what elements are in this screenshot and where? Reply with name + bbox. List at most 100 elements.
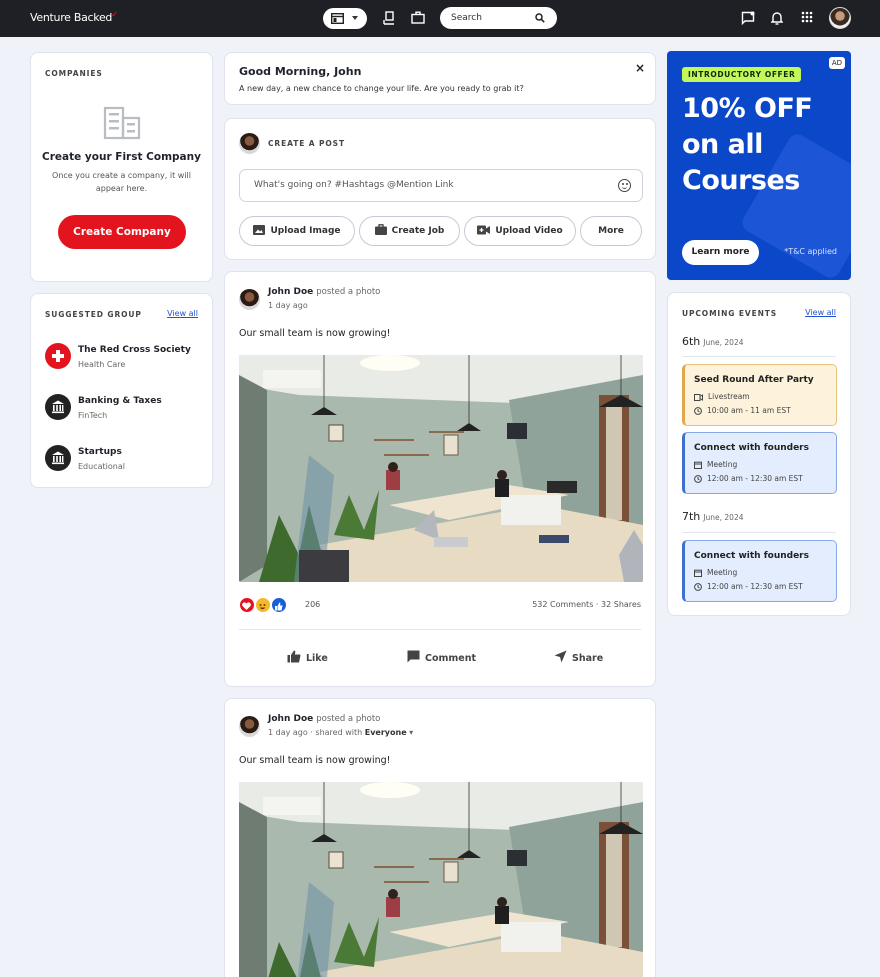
calendar-icon [694, 569, 702, 578]
divider [239, 629, 641, 630]
author-avatar [239, 133, 260, 154]
emoji-icon[interactable] [618, 179, 631, 192]
calendar-icon [694, 461, 702, 470]
view-switcher-dropdown[interactable] [323, 8, 367, 29]
close-icon[interactable]: × [635, 61, 645, 75]
post-stats: 532 Comments · 32 Shares [532, 600, 641, 609]
groups-view-all-link[interactable]: View all [167, 309, 198, 318]
greeting-card: Good Morning, John A new day, a new chan… [224, 52, 656, 105]
post-author[interactable]: John Doe [268, 714, 313, 724]
post-author[interactable]: John Doe [268, 287, 313, 297]
clock-icon [694, 583, 702, 591]
audience-selector[interactable]: Everyone [365, 728, 407, 737]
share-button[interactable]: Share [554, 650, 603, 664]
ad-headline-line: Courses [682, 165, 800, 196]
upcoming-events-card: UPCOMING EVENTS View all 6th June, 2024 S… [667, 292, 851, 616]
top-navigation-bar: Venture Backed✓ Search [0, 0, 880, 37]
shares-count[interactable]: 32 Shares [601, 600, 641, 609]
user-avatar[interactable] [829, 7, 851, 29]
create-company-title: Create your First Company [42, 151, 201, 163]
like-button[interactable]: Like [287, 650, 328, 664]
clock-icon [694, 407, 702, 415]
video-icon [477, 225, 491, 235]
upload-image-button[interactable]: Upload Image [239, 216, 355, 246]
greeting-subtitle: A new day, a new chance to change your l… [239, 84, 524, 93]
messages-icon[interactable] [741, 11, 755, 25]
upload-video-button[interactable]: Upload Video [464, 216, 576, 246]
chevron-down-icon[interactable]: ▾ [409, 728, 413, 737]
bank-icon [45, 445, 71, 471]
author-avatar[interactable] [239, 289, 260, 310]
apps-grid-icon[interactable] [801, 11, 813, 23]
briefcase-icon[interactable] [411, 11, 425, 24]
companies-label: COMPANIES [45, 69, 103, 78]
event-month: June, 2024 [703, 513, 744, 522]
create-company-button[interactable]: Create Company [58, 215, 186, 249]
more-button[interactable]: More [580, 216, 642, 246]
feed-post: John Doe posted a photo 1 day ago Our sma… [224, 271, 656, 687]
building-icon [103, 106, 141, 140]
bell-icon[interactable] [771, 11, 783, 25]
logo-text: Venture Backed [30, 11, 113, 24]
comment-icon [407, 650, 420, 663]
create-job-button[interactable]: Create Job [359, 216, 460, 246]
post-photo[interactable] [239, 782, 643, 977]
id-card-icon[interactable] [383, 11, 395, 25]
group-item[interactable]: The Red Cross Society Health Care [45, 343, 205, 373]
post-action: posted a photo [316, 287, 381, 297]
comments-count[interactable]: 532 Comments [532, 600, 593, 609]
group-name: The Red Cross Society [78, 345, 191, 355]
author-avatar[interactable] [239, 716, 260, 737]
divider [682, 356, 836, 357]
ad-headline-line: on all [682, 129, 763, 160]
post-action: posted a photo [316, 714, 381, 724]
chevron-down-icon [352, 16, 358, 20]
event-item[interactable]: Connect with founders Meeting 12:00 am -… [682, 432, 837, 494]
post-composer-input[interactable]: What's going on? #Hashtags @Mention Link [239, 169, 643, 202]
event-item[interactable]: Connect with founders Meeting 12:00 am -… [682, 540, 837, 602]
post-author-line: John Doe posted a photo [268, 714, 380, 724]
bank-icon [45, 394, 71, 420]
upload-image-label: Upload Image [270, 226, 341, 236]
event-item[interactable]: Seed Round After Party Livestream 10:00 … [682, 364, 837, 426]
laugh-reaction-icon [255, 597, 271, 613]
like-reaction-icon [271, 597, 287, 613]
post-meta: 1 day ago · shared with Everyone ▾ [268, 728, 414, 737]
search-input[interactable]: Search [440, 7, 557, 29]
search-placeholder: Search [451, 13, 482, 23]
group-item[interactable]: Banking & Taxes FinTech [45, 394, 205, 424]
event-month: June, 2024 [703, 338, 744, 347]
ad-badge: AD [828, 57, 845, 69]
event-title: Seed Round After Party [694, 375, 814, 385]
feed-post: John Doe posted a photo 1 day ago · share… [224, 698, 656, 977]
briefcase-icon [374, 224, 387, 235]
event-title: Connect with founders [694, 443, 809, 453]
image-icon [253, 225, 266, 235]
event-type-label: Meeting [707, 460, 738, 469]
logo[interactable]: Venture Backed✓ [30, 10, 119, 24]
group-item[interactable]: Startups Educational [45, 445, 205, 475]
event-type-label: Meeting [707, 568, 738, 577]
ad-headline: 10% OFF on all Courses [682, 91, 813, 199]
post-photo[interactable] [239, 355, 643, 582]
events-view-all-link[interactable]: View all [805, 308, 836, 317]
event-day: 7th [682, 510, 701, 523]
create-company-description: Once you create a company, it will appea… [52, 171, 191, 193]
suggested-group-card: SUGGESTED GROUP View all The Red Cross S… [30, 293, 213, 488]
logo-mark: ✓ [111, 10, 119, 20]
event-time-label: 12:00 am - 12:30 am EST [707, 582, 803, 591]
event-time-label: 10:00 am - 11 am EST [707, 406, 791, 415]
comment-button[interactable]: Comment [407, 650, 476, 664]
event-date: 7th June, 2024 [682, 510, 744, 523]
layout-icon [331, 13, 344, 24]
create-post-card: CREATE A POST What's going on? #Hashtags… [224, 118, 656, 260]
share-label: Share [572, 653, 604, 664]
event-time: 10:00 am - 11 am EST [694, 406, 791, 415]
heart-reaction-icon [239, 597, 255, 613]
ad-headline-line: 10% OFF [682, 93, 813, 124]
ad-banner[interactable]: INTRODUCTORY OFFER AD 10% OFF on all Cou… [667, 51, 851, 280]
event-type: Livestream [694, 392, 750, 401]
learn-more-button[interactable]: Learn more [682, 240, 759, 265]
event-time: 12:00 am - 12:30 am EST [694, 474, 803, 483]
event-time-label: 12:00 am - 12:30 am EST [707, 474, 803, 483]
